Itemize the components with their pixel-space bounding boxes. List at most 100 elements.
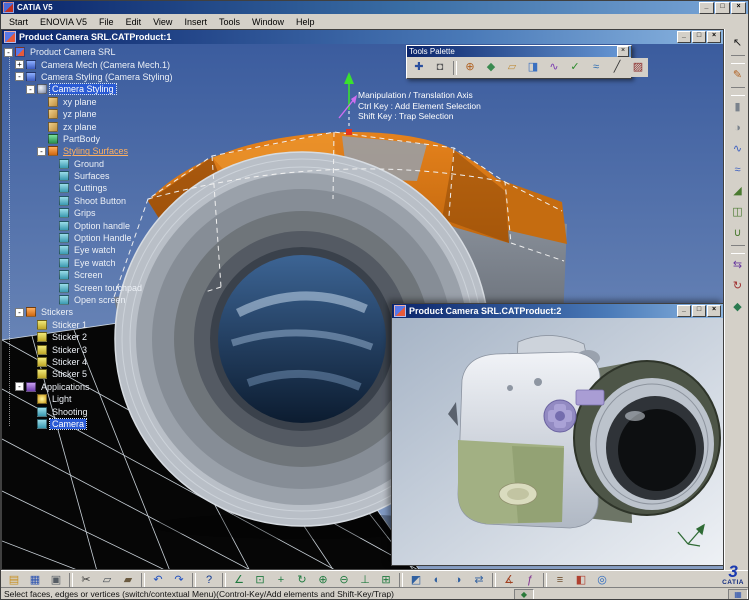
status-field-1[interactable]: ◆ — [514, 589, 534, 600]
tree-item-product-camera-srl[interactable]: -Product Camera SRL — [4, 46, 182, 58]
menu-view[interactable]: View — [147, 16, 178, 28]
doc1-close-button[interactable]: × — [707, 31, 721, 43]
tree-item-sticker-5[interactable]: Sticker 5 — [4, 368, 182, 380]
status-field-2[interactable]: ▦ — [728, 589, 748, 600]
tree-expander[interactable]: + — [15, 60, 24, 69]
tree-item-shooting[interactable]: Shooting — [4, 405, 182, 417]
menu-tools[interactable]: Tools — [213, 16, 246, 28]
tree-item-screen-touchpad[interactable]: Screen touchpad — [4, 281, 182, 293]
node-icon — [59, 283, 69, 293]
pad-icon[interactable]: ▮ — [728, 98, 748, 117]
tree-item-camera-styling[interactable]: -Camera Styling — [4, 83, 182, 95]
tree-item-sticker-3[interactable]: Sticker 3 — [4, 343, 182, 355]
doc1-maximize-button[interactable]: □ — [692, 31, 706, 43]
menu-file[interactable]: File — [93, 16, 120, 28]
plane-tool-icon[interactable]: ▱ — [502, 58, 522, 77]
fillet-icon[interactable]: ◢ — [728, 182, 748, 201]
secondary-3d-viewport[interactable] — [392, 318, 723, 565]
doc2-maximize-button[interactable]: □ — [692, 305, 706, 317]
select-icon[interactable]: ↖ — [728, 34, 748, 53]
tree-expander[interactable]: - — [15, 382, 24, 391]
check-icon[interactable]: ✓ — [565, 58, 585, 77]
menu-edit[interactable]: Edit — [120, 16, 148, 28]
appfolder-icon — [26, 382, 36, 392]
tree-item-sticker-2[interactable]: Sticker 2 — [4, 331, 182, 343]
tree-item-eye-watch[interactable]: Eye watch — [4, 244, 182, 256]
split-icon[interactable]: ◫ — [728, 203, 748, 222]
tree-item-yz-plane[interactable]: yz plane — [4, 108, 182, 120]
shaft-icon[interactable]: ◑ — [728, 119, 748, 138]
camera-render-scene[interactable] — [392, 318, 723, 565]
manipulation-icon[interactable]: ✚ — [409, 58, 429, 77]
tree-expander[interactable]: - — [37, 147, 46, 156]
tree-expander[interactable]: - — [26, 85, 35, 94]
tree-item-sticker-1[interactable]: Sticker 1 — [4, 319, 182, 331]
menu-window[interactable]: Window — [246, 16, 290, 28]
tree-item-sticker-4[interactable]: Sticker 4 — [4, 356, 182, 368]
tree-item-ground[interactable]: Ground — [4, 158, 182, 170]
close-button[interactable]: × — [731, 2, 746, 14]
tree-item-xy-plane[interactable]: xy plane — [4, 96, 182, 108]
sweep-icon[interactable]: ∿ — [728, 140, 748, 159]
curve-tool-icon[interactable]: ∿ — [544, 58, 564, 77]
snap-icon[interactable]: ◆ — [481, 58, 501, 77]
toolbar-separator — [731, 245, 745, 254]
doc2-close-button[interactable]: × — [707, 305, 721, 317]
menu-enovia-v5[interactable]: ENOVIA V5 — [34, 16, 93, 28]
tree-item-zx-plane[interactable]: zx plane — [4, 120, 182, 132]
tree-item-label: Screen touchpad — [72, 283, 144, 293]
menu-help[interactable]: Help — [290, 16, 321, 28]
tree-expander[interactable]: - — [4, 48, 13, 57]
trap-select-icon[interactable]: ▨ — [628, 58, 648, 77]
tree-item-surfaces[interactable]: Surfaces — [4, 170, 182, 182]
symmetry-icon[interactable]: ⇆ — [728, 256, 748, 275]
menu-insert[interactable]: Insert — [178, 16, 213, 28]
tree-item-eye-watch[interactable]: Eye watch — [4, 257, 182, 269]
tools-palette-close-button[interactable]: × — [617, 46, 629, 57]
surface-tool-icon[interactable]: ◨ — [523, 58, 543, 77]
smooth-icon[interactable]: ≈ — [586, 58, 606, 77]
tree-expander[interactable]: - — [15, 308, 24, 317]
tree-item-applications[interactable]: -Applications — [4, 381, 182, 393]
sticker-icon — [37, 369, 47, 379]
tree-item-styling-surfaces[interactable]: -Styling Surfaces — [4, 145, 182, 157]
tree-item-cuttings[interactable]: Cuttings — [4, 182, 182, 194]
offset-icon[interactable]: ≈ — [728, 161, 748, 180]
tools-palette-body: ✚◘⊕◆▱◨∿✓≈╱▨ — [407, 57, 631, 78]
tools-palette-title: Tools Palette — [409, 47, 455, 56]
tree-expander[interactable]: - — [15, 72, 24, 81]
lock-icon[interactable]: ◘ — [430, 58, 450, 77]
doc2-titlebar[interactable]: Product Camera SRL.CATProduct:2 _ □ × — [392, 304, 723, 318]
component-icon — [26, 72, 36, 82]
toolbar-separator — [453, 61, 457, 75]
tree-item-screen[interactable]: Screen — [4, 269, 182, 281]
line-tool-icon[interactable]: ╱ — [607, 58, 627, 77]
sketcher-icon[interactable]: ✎ — [728, 66, 748, 85]
minimize-button[interactable]: _ — [699, 2, 714, 14]
doc1-titlebar[interactable]: Product Camera SRL.CATProduct:1 _ □ × — [2, 30, 723, 44]
menu-start[interactable]: Start — [3, 16, 34, 28]
tree-item-light[interactable]: Light — [4, 393, 182, 405]
tree-item-open-screen[interactable]: Open screen — [4, 294, 182, 306]
tree-item-camera-mech-camera-mech-1[interactable]: +Camera Mech (Camera Mech.1) — [4, 58, 182, 70]
apply-material-icon[interactable]: ◆ — [728, 298, 748, 317]
tree-item-partbody[interactable]: PartBody — [4, 133, 182, 145]
tree-item-shoot-button[interactable]: Shoot Button — [4, 195, 182, 207]
doc2-minimize-button[interactable]: _ — [677, 305, 691, 317]
tree-item-camera[interactable]: Camera — [4, 418, 182, 430]
tools-palette[interactable]: Tools Palette × ✚◘⊕◆▱◨∿✓≈╱▨ — [406, 45, 632, 79]
tree-item-option-handle[interactable]: Option handle — [4, 219, 182, 231]
compass-tool-icon[interactable]: ⊕ — [460, 58, 480, 77]
tree-item-grips[interactable]: Grips — [4, 207, 182, 219]
lens-assembly[interactable] — [574, 361, 720, 515]
tree-item-label: Sticker 2 — [50, 332, 89, 342]
tree-item-camera-styling-camera-styling[interactable]: -Camera Styling (Camera Styling) — [4, 71, 182, 83]
tree-item-label: Ground — [72, 159, 106, 169]
doc1-minimize-button[interactable]: _ — [677, 31, 691, 43]
update-icon[interactable]: ↻ — [728, 277, 748, 296]
tree-item-option-handle[interactable]: Option Handle — [4, 232, 182, 244]
tree-item-stickers[interactable]: -Stickers — [4, 306, 182, 318]
tools-palette-titlebar[interactable]: Tools Palette × — [407, 46, 631, 57]
maximize-button[interactable]: □ — [715, 2, 730, 14]
join-icon[interactable]: ∪ — [728, 224, 748, 243]
